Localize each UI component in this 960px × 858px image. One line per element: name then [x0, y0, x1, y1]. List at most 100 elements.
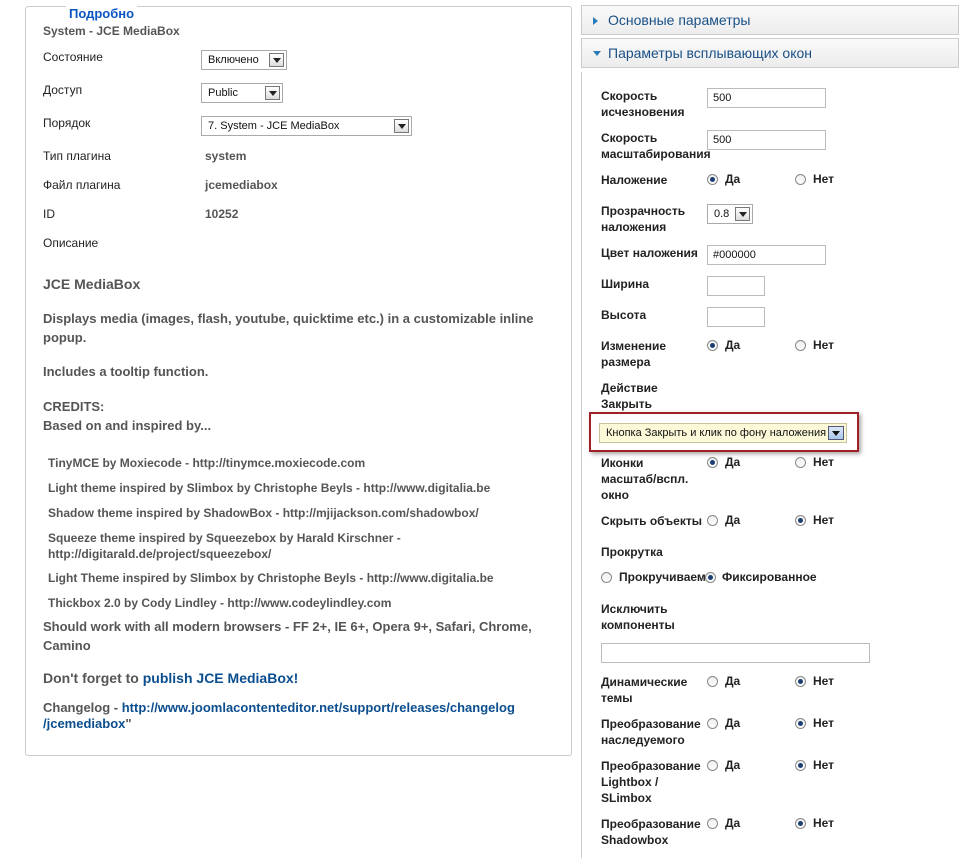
chevron-down-icon[interactable]: [265, 86, 280, 100]
popup-params-title: Параметры всплывающих окон: [608, 45, 812, 61]
hide-objects-no-label: Нет: [813, 513, 835, 527]
scroll-option2-radio[interactable]: [705, 572, 716, 583]
overlay-opacity-value: 0.8: [714, 208, 730, 220]
credits-heading: CREDITS:: [43, 399, 105, 414]
convert-shadowbox-yes-label: Да: [725, 816, 741, 830]
resize-yes-label: Да: [725, 338, 741, 352]
close-action-value: Кнопка Закрыть и клик по фону наложения: [606, 427, 827, 439]
id-label: ID: [43, 207, 55, 221]
width-label: Ширина: [601, 277, 650, 291]
height-input[interactable]: [707, 307, 765, 327]
close-action-select[interactable]: Кнопка Закрыть и клик по фону наложения: [599, 423, 847, 443]
convert-lightbox-label: Преобразование Lightbox / SLimbox: [601, 759, 701, 805]
credit-item: Light Theme inspired by Slimbox by Chris…: [48, 571, 494, 585]
description-label: Описание: [43, 236, 99, 250]
height-label: Высота: [601, 308, 647, 322]
convert-lightbox-yes-label: Да: [725, 758, 741, 772]
exclude-components-label: Исключить компоненты: [601, 602, 675, 632]
resize-yes-radio[interactable]: [707, 340, 718, 351]
convert-lightbox-no-radio[interactable]: [795, 760, 806, 771]
chevron-down-icon[interactable]: [269, 53, 284, 67]
overlay-yes-radio[interactable]: [707, 174, 718, 185]
state-select-value: Включено: [208, 54, 259, 66]
tooltip-text: Includes a tooltip function.: [43, 364, 209, 379]
overlay-opacity-label: Прозрачность наложения: [601, 204, 686, 234]
convert-legacy-yes-radio[interactable]: [707, 718, 718, 729]
hide-objects-no-radio[interactable]: [795, 515, 806, 526]
convert-lightbox-yes-radio[interactable]: [707, 760, 718, 771]
convert-shadowbox-no-radio[interactable]: [795, 818, 806, 829]
credit-item: Shadow theme inspired by ShadowBox - htt…: [48, 506, 479, 520]
changelog-line: Changelog - http://www.joomlacontentedit…: [43, 700, 558, 732]
icons-no-label: Нет: [813, 455, 835, 469]
convert-lightbox-no-label: Нет: [813, 758, 835, 772]
overlay-color-input[interactable]: #000000: [707, 245, 826, 265]
overlay-no-label: Нет: [813, 172, 835, 186]
dynamic-themes-no-radio[interactable]: [795, 676, 806, 687]
id-value: 10252: [205, 207, 239, 221]
dynamic-themes-label: Динамические темы: [601, 675, 688, 705]
width-input[interactable]: [707, 276, 765, 296]
scroll-option2-label: Фиксированное: [722, 570, 817, 584]
state-select[interactable]: Включено: [201, 50, 287, 70]
convert-legacy-yes-label: Да: [725, 716, 741, 730]
credit-item: Thickbox 2.0 by Cody Lindley - http://ww…: [48, 596, 392, 610]
overlay-no-radio[interactable]: [795, 174, 806, 185]
convert-legacy-no-label: Нет: [813, 716, 835, 730]
basic-params-title: Основные параметры: [608, 12, 751, 28]
overlay-opacity-select[interactable]: 0.8: [707, 204, 753, 224]
description-text: Displays media (images, flash, youtube, …: [43, 311, 534, 345]
convert-shadowbox-yes-radio[interactable]: [707, 818, 718, 829]
publish-link[interactable]: publish JCE MediaBox!: [143, 670, 299, 686]
access-select[interactable]: Public: [201, 83, 283, 103]
fade-speed-label: Скорость исчезновения: [601, 89, 685, 119]
credit-item: TinyMCE by Moxiecode - http://tinymce.mo…: [48, 456, 366, 470]
hide-objects-label: Скрыть объекты: [601, 514, 702, 528]
changelog-link-part2[interactable]: /jcemediabox: [43, 716, 125, 731]
icons-yes-radio[interactable]: [707, 457, 718, 468]
scroll-option1-label: Прокручиваем: [619, 570, 706, 584]
changelog-suffix: ": [125, 716, 132, 731]
credits-intro: Based on and inspired by...: [43, 418, 212, 433]
credit-item: Squeeze theme inspired by Squeezebox by …: [48, 531, 401, 561]
type-label: Тип плагина: [43, 149, 111, 163]
dynamic-themes-yes-radio[interactable]: [707, 676, 718, 687]
chevron-down-icon[interactable]: [828, 426, 844, 440]
access-label: Доступ: [43, 83, 83, 97]
icons-yes-label: Да: [725, 455, 741, 469]
state-label: Состояние: [43, 50, 103, 64]
changelog-prefix: Changelog -: [43, 700, 122, 715]
scroll-option1-radio[interactable]: [601, 572, 612, 583]
description-heading: JCE MediaBox: [43, 276, 141, 292]
chevron-down-icon: [593, 51, 601, 56]
resize-no-label: Нет: [813, 338, 835, 352]
file-label: Файл плагина: [43, 178, 121, 192]
fade-speed-input[interactable]: 500: [707, 88, 826, 108]
type-value: system: [205, 149, 247, 163]
resize-no-radio[interactable]: [795, 340, 806, 351]
chevron-down-icon[interactable]: [735, 207, 750, 221]
changelog-link-part1[interactable]: http://www.joomlacontenteditor.net/suppo…: [122, 700, 515, 715]
convert-legacy-no-radio[interactable]: [795, 718, 806, 729]
chevron-down-icon[interactable]: [394, 119, 409, 133]
hide-objects-yes-radio[interactable]: [707, 515, 718, 526]
order-label: Порядок: [43, 116, 91, 130]
dynamic-themes-no-label: Нет: [813, 674, 835, 688]
credit-item: Light theme inspired by Slimbox by Chris…: [48, 481, 491, 495]
browsers-text: Should work with all modern browsers - F…: [43, 619, 532, 653]
convert-legacy-label: Преобразование наследуемого: [601, 717, 701, 747]
scale-speed-input[interactable]: 500: [707, 130, 826, 150]
basic-params-panel-header[interactable]: Основные параметры: [581, 5, 959, 35]
scale-speed-label: Скорость масштабирования: [601, 131, 711, 161]
order-select[interactable]: 7. System - JCE MediaBox: [201, 116, 412, 136]
popup-params-panel-header[interactable]: Параметры всплывающих окон: [581, 38, 959, 68]
icons-no-radio[interactable]: [795, 457, 806, 468]
exclude-components-input[interactable]: [601, 643, 870, 663]
file-value: jcemediabox: [205, 178, 278, 192]
overlay-label: Наложение: [601, 173, 668, 187]
scroll-label: Прокрутка: [601, 545, 663, 559]
overlay-yes-label: Да: [725, 172, 741, 186]
convert-shadowbox-no-label: Нет: [813, 816, 835, 830]
plugin-title: System - JCE MediaBox: [43, 24, 180, 38]
publish-prefix: Don't forget to: [43, 670, 143, 686]
